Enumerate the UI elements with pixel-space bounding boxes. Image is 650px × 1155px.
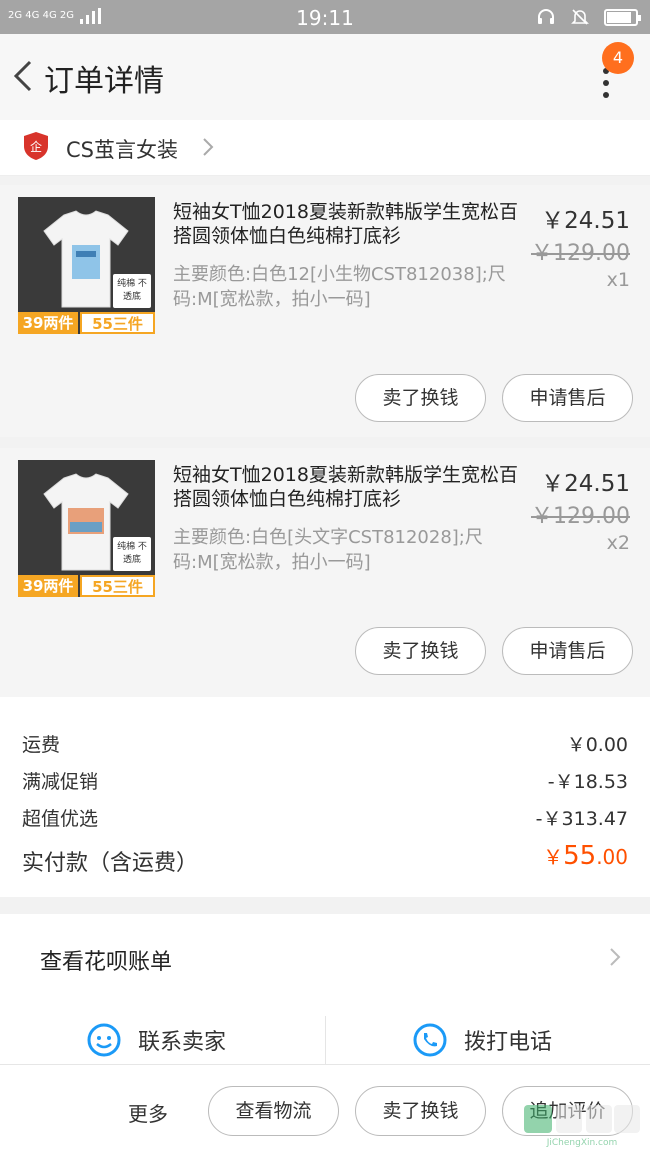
product-quantity: x1 (606, 269, 630, 291)
promo-tag-three: 55三件 (80, 575, 155, 597)
shop-row[interactable]: 企 CS茧言女装 (0, 120, 650, 176)
contact-seller-button[interactable]: 联系卖家 (86, 1016, 226, 1064)
total-amount: ￥55.00 (543, 841, 628, 871)
divider (325, 1016, 326, 1064)
total-decimal: .00 (596, 845, 628, 869)
discount-label: 满减促销 (22, 771, 99, 793)
promo-tag-two: 39两件 (18, 312, 78, 334)
sell-button[interactable]: 卖了换钱 (355, 374, 486, 422)
svg-text:JiChengXin.com: JiChengXin.com (546, 1138, 618, 1148)
battery-icon (604, 8, 641, 26)
product-thumbnail[interactable]: 纯棉 不透底 39两件 55三件 (18, 460, 155, 597)
product-price: ￥24.51 (541, 471, 630, 497)
product-quantity: x2 (606, 532, 630, 554)
status-icons (536, 7, 641, 27)
product-name[interactable]: 短袖女T恤2018夏装新款韩版学生宽松百搭圆领体恤白色纯棉打底衫 (173, 463, 523, 511)
order-item[interactable]: 纯棉 不透底 39两件 55三件 短袖女T恤2018夏装新款韩版学生宽松百搭圆领… (0, 185, 650, 437)
more-button[interactable]: 更多 (128, 1098, 168, 1127)
call-button[interactable]: 拨打电话 (412, 1016, 552, 1064)
product-spec: 主要颜色:白色[头文字CST812028];尺码:M[宽松款，拍小一码] (173, 527, 483, 573)
nav-header: 订单详情 4 (0, 34, 650, 120)
product-thumbnail[interactable]: 纯棉 不透底 39两件 55三件 (18, 197, 155, 334)
chevron-right-icon (610, 948, 621, 966)
discount-value: -￥18.53 (547, 771, 628, 793)
contact-bar: 联系卖家 拨打电话 (0, 1016, 650, 1064)
bottom-action-bar: 更多 查看物流 卖了换钱 追加评价 JiChengXin.com (0, 1064, 650, 1155)
watermark-logo: JiChengXin.com (524, 1105, 640, 1148)
chevron-right-icon (203, 138, 214, 156)
product-name[interactable]: 短袖女T恤2018夏装新款韩版学生宽松百搭圆领体恤白色纯棉打底衫 (173, 200, 523, 248)
original-price: ￥129.00 (531, 241, 630, 266)
order-summary: 运费 ￥0.00 满减促销 -￥18.53 超值优选 -￥313.47 实付款（… (0, 697, 650, 897)
huabei-section: 查看花呗账单 联系卖家 拨打电话 (0, 914, 650, 1064)
huabei-bill-link[interactable]: 查看花呗账单 (40, 944, 172, 976)
chat-bubble-icon (87, 1023, 121, 1057)
call-label: 拨打电话 (464, 1030, 553, 1055)
promo-tag-two: 39两件 (18, 575, 78, 597)
total-label: 实付款（含运费） (22, 851, 199, 876)
svg-text:企: 企 (30, 139, 42, 154)
shipping-row: 运费 ￥0.00 (22, 730, 628, 757)
phone-icon (413, 1023, 447, 1057)
shop-shield-icon: 企 (24, 132, 48, 160)
after-sale-button[interactable]: 申请售后 (502, 374, 633, 422)
shipping-value: ￥0.00 (566, 734, 628, 756)
product-spec: 主要颜色:白色12[小生物CST812038];尺码:M[宽松款，拍小一码] (173, 264, 506, 310)
after-sale-button[interactable]: 申请售后 (502, 627, 633, 675)
original-price: ￥129.00 (531, 504, 630, 529)
status-bar: 2G 4G 4G 2G 19:11 (0, 0, 650, 34)
shipping-label: 运费 (22, 734, 61, 756)
promo-tag-three: 55三件 (80, 312, 155, 334)
page-title: 订单详情 (44, 64, 164, 99)
order-item[interactable]: 纯棉 不透底 39两件 55三件 短袖女T恤2018夏装新款韩版学生宽松百搭圆领… (0, 448, 650, 697)
headset-icon (538, 9, 554, 24)
back-arrow-icon[interactable] (8, 56, 38, 96)
preferred-value: -￥313.47 (535, 808, 628, 830)
sell-button[interactable]: 卖了换钱 (355, 1086, 486, 1136)
shop-name: CS茧言女装 (66, 138, 178, 162)
view-logistics-button[interactable]: 查看物流 (208, 1086, 339, 1136)
promo-note: 纯棉 不透底 (113, 274, 151, 308)
notification-badge: 4 (602, 42, 634, 74)
product-price: ￥24.51 (541, 208, 630, 234)
mute-bell-icon (571, 9, 589, 25)
preferred-row: 超值优选 -￥313.47 (22, 804, 628, 831)
contact-seller-label: 联系卖家 (138, 1030, 227, 1055)
preferred-label: 超值优选 (22, 808, 99, 830)
sell-button[interactable]: 卖了换钱 (355, 627, 486, 675)
total-symbol: ￥ (543, 845, 564, 869)
discount-row: 满减促销 -￥18.53 (22, 767, 628, 794)
total-integer: 55 (563, 841, 597, 871)
promo-note: 纯棉 不透底 (113, 537, 151, 571)
